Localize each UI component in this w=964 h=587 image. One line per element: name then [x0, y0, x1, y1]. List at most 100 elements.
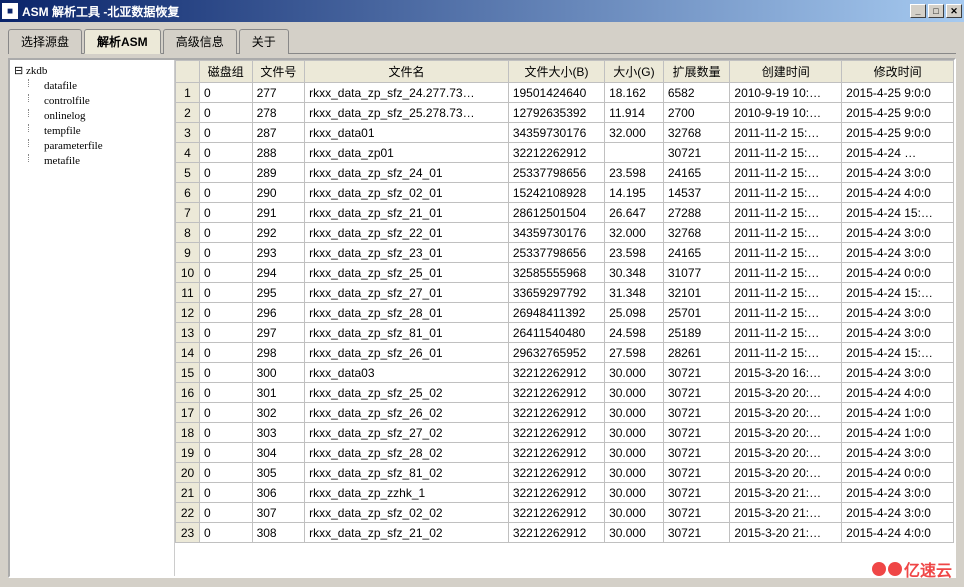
- table-row[interactable]: 200305rkxx_data_zp_sfz_81_02322122629123…: [176, 463, 954, 483]
- table-cell: 2010-9-19 10:…: [730, 103, 842, 123]
- table-cell: 2015-3-20 21:…: [730, 503, 842, 523]
- table-cell: 2015-4-24 4:0:0: [842, 183, 954, 203]
- tree-root[interactable]: zkdb: [14, 64, 170, 79]
- table-row[interactable]: 50289rkxx_data_zp_sfz_24_012533779865623…: [176, 163, 954, 183]
- table-cell: 32768: [663, 223, 730, 243]
- table-row[interactable]: 60290rkxx_data_zp_sfz_02_011524210892814…: [176, 183, 954, 203]
- table-cell: 30721: [663, 483, 730, 503]
- table-cell: 5: [176, 163, 200, 183]
- table-cell: 307: [252, 503, 305, 523]
- table-cell: 30.000: [605, 483, 664, 503]
- table-row[interactable]: 30287rkxx_data013435973017632.0003276820…: [176, 123, 954, 143]
- tab-about[interactable]: 关于: [239, 29, 289, 54]
- table-row[interactable]: 20278rkxx_data_zp_sfz_25.278.73…12792635…: [176, 103, 954, 123]
- table-row[interactable]: 210306rkxx_data_zp_zzhk_13221226291230.0…: [176, 483, 954, 503]
- tree-view[interactable]: zkdb datafilecontrolfileonlinelogtempfil…: [10, 60, 175, 576]
- table-row[interactable]: 170302rkxx_data_zp_sfz_26_02322122629123…: [176, 403, 954, 423]
- table-row[interactable]: 80292rkxx_data_zp_sfz_22_013435973017632…: [176, 223, 954, 243]
- column-header[interactable]: 扩展数量: [663, 61, 730, 83]
- table-cell: 0: [200, 283, 253, 303]
- table-cell: 30721: [663, 503, 730, 523]
- column-header[interactable]: 文件号: [252, 61, 305, 83]
- table-cell: 0: [200, 523, 253, 543]
- table-cell: 2011-11-2 15:…: [730, 123, 842, 143]
- data-table: 磁盘组文件号文件名文件大小(B)大小(G)扩展数量创建时间修改时间 10277r…: [175, 60, 954, 543]
- table-row[interactable]: 100294rkxx_data_zp_sfz_25_01325855559683…: [176, 263, 954, 283]
- table-cell: 32212262912: [508, 483, 604, 503]
- table-cell: 30.348: [605, 263, 664, 283]
- tree-item-onlinelog[interactable]: onlinelog: [14, 109, 170, 124]
- table-row[interactable]: 220307rkxx_data_zp_sfz_02_02322122629123…: [176, 503, 954, 523]
- column-header[interactable]: 文件大小(B): [508, 61, 604, 83]
- table-cell: 0: [200, 83, 253, 103]
- tree-item-datafile[interactable]: datafile: [14, 79, 170, 94]
- table-row[interactable]: 90293rkxx_data_zp_sfz_23_012533779865623…: [176, 243, 954, 263]
- table-row[interactable]: 130297rkxx_data_zp_sfz_81_01264115404802…: [176, 323, 954, 343]
- table-cell: 26948411392: [508, 303, 604, 323]
- table-cell: 2015-4-24 1:0:0: [842, 403, 954, 423]
- table-cell: 2: [176, 103, 200, 123]
- table-row[interactable]: 150300rkxx_data033221226291230.000307212…: [176, 363, 954, 383]
- table-row[interactable]: 40288rkxx_data_zp0132212262912307212011-…: [176, 143, 954, 163]
- column-header[interactable]: 文件名: [305, 61, 509, 83]
- close-button[interactable]: ✕: [946, 4, 962, 18]
- table-cell: rkxx_data_zp_sfz_25_02: [305, 383, 509, 403]
- table-row[interactable]: 230308rkxx_data_zp_sfz_21_02322122629123…: [176, 523, 954, 543]
- minimize-button[interactable]: _: [910, 4, 926, 18]
- table-cell: 0: [200, 303, 253, 323]
- column-header[interactable]: 创建时间: [730, 61, 842, 83]
- tree-item-tempfile[interactable]: tempfile: [14, 124, 170, 139]
- table-cell: 12792635392: [508, 103, 604, 123]
- tree-item-controlfile[interactable]: controlfile: [14, 94, 170, 109]
- column-header[interactable]: 修改时间: [842, 61, 954, 83]
- table-cell: 30721: [663, 363, 730, 383]
- table-cell: 25.098: [605, 303, 664, 323]
- tab-parse-asm[interactable]: 解析ASM: [84, 29, 161, 54]
- table-row[interactable]: 140298rkxx_data_zp_sfz_26_01296327659522…: [176, 343, 954, 363]
- table-cell: 2015-4-24 3:0:0: [842, 223, 954, 243]
- data-table-wrap[interactable]: 磁盘组文件号文件名文件大小(B)大小(G)扩展数量创建时间修改时间 10277r…: [175, 60, 954, 576]
- table-cell: 23.598: [605, 243, 664, 263]
- table-row[interactable]: 120296rkxx_data_zp_sfz_28_01269484113922…: [176, 303, 954, 323]
- table-cell: rkxx_data_zp_sfz_22_01: [305, 223, 509, 243]
- tree-item-parameterfile[interactable]: parameterfile: [14, 139, 170, 154]
- table-cell: 2011-11-2 15:…: [730, 323, 842, 343]
- table-cell: 295: [252, 283, 305, 303]
- table-row[interactable]: 190304rkxx_data_zp_sfz_28_02322122629123…: [176, 443, 954, 463]
- column-header[interactable]: 大小(G): [605, 61, 664, 83]
- table-cell: 0: [200, 163, 253, 183]
- column-header[interactable]: 磁盘组: [200, 61, 253, 83]
- window-title: ASM 解析工具 -北亚数据恢复: [22, 3, 908, 20]
- table-cell: rkxx_data_zp_sfz_02_01: [305, 183, 509, 203]
- table-cell: 2015-4-24 3:0:0: [842, 163, 954, 183]
- tab-select-source[interactable]: 选择源盘: [8, 29, 82, 54]
- tree-item-metafile[interactable]: metafile: [14, 154, 170, 169]
- tab-advanced-info[interactable]: 高级信息: [163, 29, 237, 54]
- table-cell: 2015-3-20 20:…: [730, 403, 842, 423]
- table-cell: 2015-3-20 16:…: [730, 363, 842, 383]
- table-row[interactable]: 180303rkxx_data_zp_sfz_27_02322122629123…: [176, 423, 954, 443]
- table-cell: rkxx_data_zp_sfz_81_02: [305, 463, 509, 483]
- table-cell: 34359730176: [508, 223, 604, 243]
- table-cell: 308: [252, 523, 305, 543]
- table-cell: 278: [252, 103, 305, 123]
- maximize-button[interactable]: □: [928, 4, 944, 18]
- table-cell: 15: [176, 363, 200, 383]
- table-cell: 2015-3-20 20:…: [730, 443, 842, 463]
- table-row[interactable]: 160301rkxx_data_zp_sfz_25_02322122629123…: [176, 383, 954, 403]
- table-cell: rkxx_data01: [305, 123, 509, 143]
- table-cell: 0: [200, 263, 253, 283]
- table-cell: rkxx_data_zp01: [305, 143, 509, 163]
- table-cell: 16: [176, 383, 200, 403]
- table-row[interactable]: 10277rkxx_data_zp_sfz_24.277.73…19501424…: [176, 83, 954, 103]
- table-row[interactable]: 70291rkxx_data_zp_sfz_21_012861250150426…: [176, 203, 954, 223]
- table-cell: 32.000: [605, 123, 664, 143]
- table-cell: 287: [252, 123, 305, 143]
- table-cell: 12: [176, 303, 200, 323]
- table-cell: 2011-11-2 15:…: [730, 163, 842, 183]
- table-cell: 277: [252, 83, 305, 103]
- tab-label: 解析ASM: [97, 35, 148, 49]
- table-row[interactable]: 110295rkxx_data_zp_sfz_27_01336592977923…: [176, 283, 954, 303]
- table-cell: 2015-4-24 3:0:0: [842, 363, 954, 383]
- table-cell: rkxx_data03: [305, 363, 509, 383]
